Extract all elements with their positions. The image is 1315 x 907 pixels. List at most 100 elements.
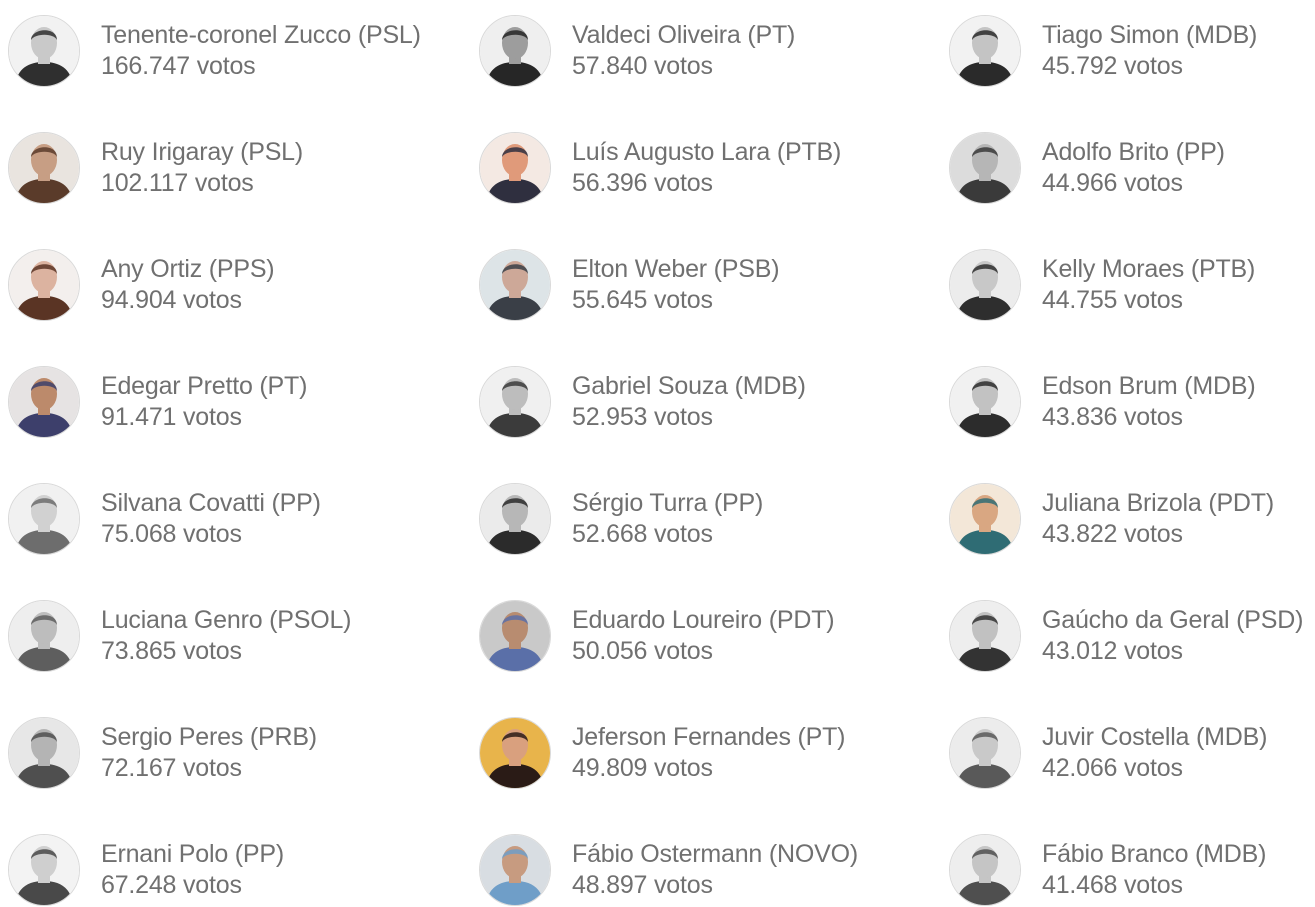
candidate-photo — [949, 834, 1021, 906]
candidate-votes: 43.012 votos — [1042, 637, 1183, 665]
candidate-votes: 94.904 votos — [101, 286, 242, 314]
candidate-photo — [479, 132, 551, 204]
candidate-info: Kelly Moraes (PTB) 44.755 votos — [1042, 254, 1255, 316]
candidate-photo — [8, 15, 80, 87]
candidate-votes: 43.836 votos — [1042, 403, 1183, 431]
candidate-info: Ruy Irigaray (PSL) 102.117 votos — [101, 137, 303, 199]
candidate-photo — [949, 132, 1021, 204]
candidate-name: Gaúcho da Geral (PSD) — [1042, 606, 1304, 634]
candidate-name: Tenente-coronel Zucco (PSL) — [101, 21, 421, 49]
candidate-name: Fábio Branco (MDB) — [1042, 840, 1267, 868]
candidate-votes: 75.068 votos — [101, 520, 242, 548]
candidate-name: Any Ortiz (PPS) — [101, 255, 275, 283]
candidate-votes: 72.167 votos — [101, 754, 242, 782]
candidate-votes: 43.822 votos — [1042, 520, 1183, 548]
candidate-card: Silvana Covatti (PP) 75.068 votos — [8, 482, 448, 556]
candidate-photo — [479, 366, 551, 438]
candidate-card: Elton Weber (PSB) 55.645 votos — [479, 248, 919, 322]
candidate-info: Tenente-coronel Zucco (PSL) 166.747 votos — [101, 20, 421, 82]
candidate-card: Juvir Costella (MDB) 42.066 votos — [949, 716, 1315, 790]
candidate-photo — [8, 717, 80, 789]
candidate-card: Sergio Peres (PRB) 72.167 votos — [8, 716, 448, 790]
candidate-card: Luciana Genro (PSOL) 73.865 votos — [8, 599, 448, 673]
candidate-votes: 55.645 votos — [572, 286, 713, 314]
candidate-info: Luciana Genro (PSOL) 73.865 votos — [101, 605, 352, 667]
candidate-photo — [8, 132, 80, 204]
candidate-card: Edegar Pretto (PT) 91.471 votos — [8, 365, 448, 439]
candidate-votes: 49.809 votos — [572, 754, 713, 782]
candidate-votes: 57.840 votos — [572, 52, 713, 80]
candidate-votes: 41.468 votos — [1042, 871, 1183, 899]
candidate-info: Gabriel Souza (MDB) 52.953 votos — [572, 371, 806, 433]
candidate-photo — [949, 249, 1021, 321]
candidate-info: Gaúcho da Geral (PSD) 43.012 votos — [1042, 605, 1303, 667]
candidate-info: Edegar Pretto (PT) 91.471 votos — [101, 371, 307, 433]
candidate-photo — [479, 249, 551, 321]
candidate-photo — [8, 366, 80, 438]
candidate-info: Juvir Costella (MDB) 42.066 votos — [1042, 722, 1267, 784]
candidate-photo — [479, 600, 551, 672]
candidate-votes: 50.056 votos — [572, 637, 713, 665]
candidate-votes: 44.966 votos — [1042, 169, 1183, 197]
candidate-info: Edson Brum (MDB) 43.836 votos — [1042, 371, 1256, 433]
candidate-name: Fábio Ostermann (NOVO) — [572, 840, 858, 868]
candidate-name: Valdeci Oliveira (PT) — [572, 21, 796, 49]
candidate-name: Juliana Brizola (PDT) — [1042, 489, 1274, 517]
candidate-info: Tiago Simon (MDB) 45.792 votos — [1042, 20, 1257, 82]
candidate-photo — [479, 483, 551, 555]
candidate-card: Tiago Simon (MDB) 45.792 votos — [949, 14, 1315, 88]
candidate-info: Valdeci Oliveira (PT) 57.840 votos — [572, 20, 795, 82]
candidate-votes: 52.668 votos — [572, 520, 713, 548]
candidate-votes: 73.865 votos — [101, 637, 242, 665]
candidate-card: Juliana Brizola (PDT) 43.822 votos — [949, 482, 1315, 556]
candidate-card: Eduardo Loureiro (PDT) 50.056 votos — [479, 599, 919, 673]
candidate-card: Luís Augusto Lara (PTB) 56.396 votos — [479, 131, 919, 205]
candidate-info: Ernani Polo (PP) 67.248 votos — [101, 839, 284, 901]
candidate-photo — [949, 717, 1021, 789]
candidate-info: Elton Weber (PSB) 55.645 votos — [572, 254, 780, 316]
candidate-card: Any Ortiz (PPS) 94.904 votos — [8, 248, 448, 322]
candidate-card: Jeferson Fernandes (PT) 49.809 votos — [479, 716, 919, 790]
candidate-card: Ruy Irigaray (PSL) 102.117 votos — [8, 131, 448, 205]
candidate-votes: 91.471 votos — [101, 403, 242, 431]
candidate-photo — [949, 600, 1021, 672]
candidate-card: Tenente-coronel Zucco (PSL) 166.747 votos — [8, 14, 448, 88]
candidate-photo — [8, 834, 80, 906]
candidate-grid: Tenente-coronel Zucco (PSL) 166.747 votos… — [0, 0, 1315, 906]
candidate-info: Silvana Covatti (PP) 75.068 votos — [101, 488, 321, 550]
candidate-name: Adolfo Brito (PP) — [1042, 138, 1225, 166]
candidate-card: Adolfo Brito (PP) 44.966 votos — [949, 131, 1315, 205]
candidate-photo — [949, 366, 1021, 438]
candidate-card: Edson Brum (MDB) 43.836 votos — [949, 365, 1315, 439]
candidate-card: Gaúcho da Geral (PSD) 43.012 votos — [949, 599, 1315, 673]
candidate-name: Luís Augusto Lara (PTB) — [572, 138, 842, 166]
candidate-name: Sérgio Turra (PP) — [572, 489, 764, 517]
candidate-photo — [8, 600, 80, 672]
candidate-info: Sérgio Turra (PP) 52.668 votos — [572, 488, 763, 550]
candidate-photo — [949, 483, 1021, 555]
candidate-votes: 166.747 votos — [101, 52, 256, 80]
candidate-info: Jeferson Fernandes (PT) 49.809 votos — [572, 722, 845, 784]
candidate-photo — [479, 834, 551, 906]
candidate-name: Silvana Covatti (PP) — [101, 489, 321, 517]
candidate-votes: 67.248 votos — [101, 871, 242, 899]
candidate-name: Jeferson Fernandes (PT) — [572, 723, 846, 751]
candidate-photo — [8, 483, 80, 555]
candidate-info: Adolfo Brito (PP) 44.966 votos — [1042, 137, 1225, 199]
candidate-info: Eduardo Loureiro (PDT) 50.056 votos — [572, 605, 835, 667]
candidate-name: Gabriel Souza (MDB) — [572, 372, 806, 400]
candidate-name: Elton Weber (PSB) — [572, 255, 780, 283]
candidate-info: Fábio Ostermann (NOVO) 48.897 votos — [572, 839, 858, 901]
candidate-photo — [479, 15, 551, 87]
candidate-votes: 102.117 votos — [101, 169, 254, 197]
candidate-name: Edegar Pretto (PT) — [101, 372, 308, 400]
candidate-info: Juliana Brizola (PDT) 43.822 votos — [1042, 488, 1274, 550]
candidate-info: Luís Augusto Lara (PTB) 56.396 votos — [572, 137, 841, 199]
candidate-photo — [479, 717, 551, 789]
candidate-card: Valdeci Oliveira (PT) 57.840 votos — [479, 14, 919, 88]
candidate-name: Luciana Genro (PSOL) — [101, 606, 352, 634]
candidate-name: Ruy Irigaray (PSL) — [101, 138, 304, 166]
candidate-votes: 48.897 votos — [572, 871, 713, 899]
candidate-photo — [949, 15, 1021, 87]
candidate-name: Juvir Costella (MDB) — [1042, 723, 1268, 751]
